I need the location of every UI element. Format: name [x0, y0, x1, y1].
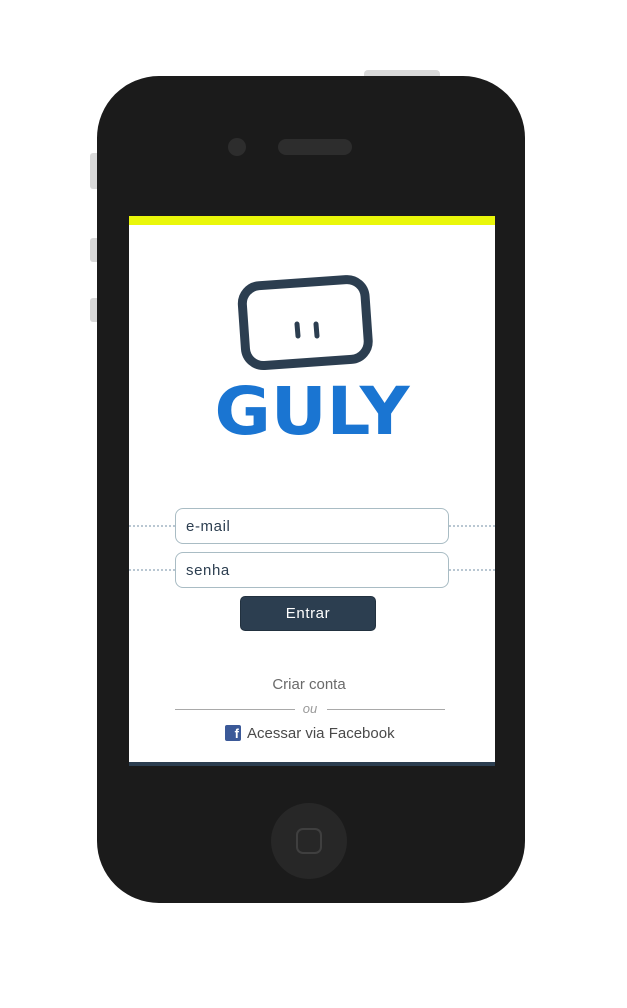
front-camera	[228, 138, 246, 156]
logo-wordmark: GULY	[215, 373, 411, 439]
or-label: ou	[302, 701, 318, 716]
accent-top-bar	[129, 216, 495, 225]
email-dots-left	[129, 525, 175, 527]
home-button[interactable]	[271, 803, 347, 879]
divider-right	[327, 709, 445, 710]
home-square-icon	[296, 828, 322, 854]
bottom-bar	[129, 762, 495, 766]
guly-logo: GULY	[215, 275, 411, 439]
password-input[interactable]	[175, 552, 449, 588]
mascot-icon	[237, 275, 373, 371]
login-button[interactable]: Entrar	[240, 596, 376, 631]
facebook-login-label: Acessar via Facebook	[247, 724, 395, 742]
earpiece-speaker	[278, 139, 352, 155]
email-dots-right	[449, 525, 495, 527]
mascot-eye-left	[294, 321, 301, 339]
app-screen: GULY Entrar Criar conta ou f Acessar via…	[129, 216, 495, 766]
password-dots-right	[449, 569, 495, 571]
email-input[interactable]	[175, 508, 449, 544]
facebook-icon: f	[225, 725, 241, 741]
divider-left	[175, 709, 295, 710]
password-dots-left	[129, 569, 175, 571]
facebook-login-link[interactable]: f Acessar via Facebook	[225, 723, 395, 743]
create-account-link[interactable]: Criar conta	[129, 676, 489, 693]
mascot-eye-right	[313, 321, 320, 339]
